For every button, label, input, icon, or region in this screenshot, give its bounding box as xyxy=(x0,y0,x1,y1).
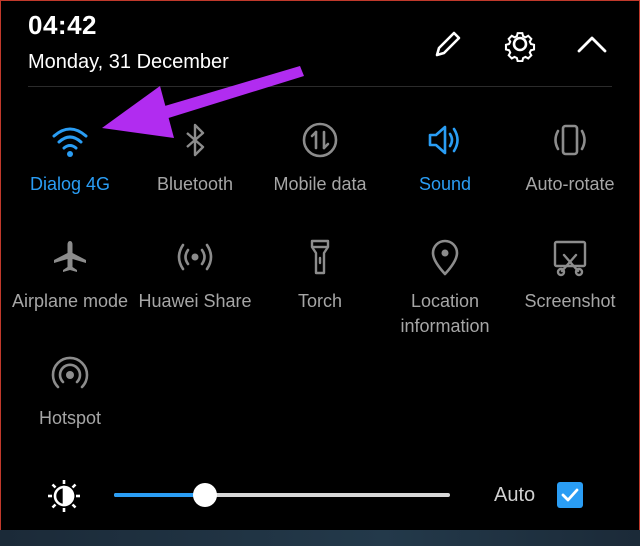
brightness-icon[interactable] xyxy=(46,478,82,519)
tile-label: Torch xyxy=(297,291,342,311)
brightness-slider[interactable] xyxy=(114,483,450,507)
torch-icon xyxy=(258,233,382,281)
bottom-wallpaper-strip xyxy=(0,530,640,546)
tile-label: Bluetooth xyxy=(156,174,234,194)
tile-huawei-share[interactable]: Huawei Share xyxy=(133,233,257,314)
tile-label: Huawei Share xyxy=(138,291,252,311)
tile-location-information[interactable]: Location information xyxy=(383,233,507,339)
screenshot-icon xyxy=(508,233,632,281)
tile-label: Auto-rotate xyxy=(525,174,615,194)
checkmark-icon xyxy=(561,488,579,502)
tile-sound[interactable]: Sound xyxy=(383,116,507,197)
tile-label: Airplane mode xyxy=(11,291,129,311)
auto-brightness-checkbox[interactable] xyxy=(557,482,583,508)
huawei-share-icon xyxy=(133,233,257,281)
airplane-icon xyxy=(8,233,132,281)
location-pin-icon xyxy=(383,233,507,281)
tile-label: Location information xyxy=(400,291,490,336)
sound-icon xyxy=(383,116,507,164)
tile-label: Dialog 4G xyxy=(29,174,111,194)
tile-torch[interactable]: Torch xyxy=(258,233,382,314)
collapse-chevron-icon[interactable] xyxy=(574,26,610,62)
auto-brightness-label: Auto xyxy=(494,484,536,506)
auto-rotate-icon xyxy=(508,116,632,164)
clock-time: 04:42 xyxy=(28,10,97,40)
tile-airplane-mode[interactable]: Airplane mode xyxy=(8,233,132,314)
tile-label: Hotspot xyxy=(38,408,102,428)
edit-icon[interactable] xyxy=(430,26,466,62)
settings-gear-icon[interactable] xyxy=(502,26,538,62)
tile-auto-rotate[interactable]: Auto-rotate xyxy=(508,116,632,197)
brightness-fill xyxy=(114,493,205,497)
header-actions xyxy=(430,26,610,62)
brightness-thumb[interactable] xyxy=(192,483,217,507)
annotation-arrow-icon xyxy=(102,66,304,138)
tile-label: Screenshot xyxy=(524,291,616,311)
tile-label: Sound xyxy=(418,174,472,194)
tile-label: Mobile data xyxy=(273,174,367,194)
tile-screenshot[interactable]: Screenshot xyxy=(508,233,632,314)
tile-hotspot[interactable]: Hotspot xyxy=(8,350,132,431)
brightness-row: Auto xyxy=(0,466,640,526)
hotspot-icon xyxy=(8,350,132,398)
